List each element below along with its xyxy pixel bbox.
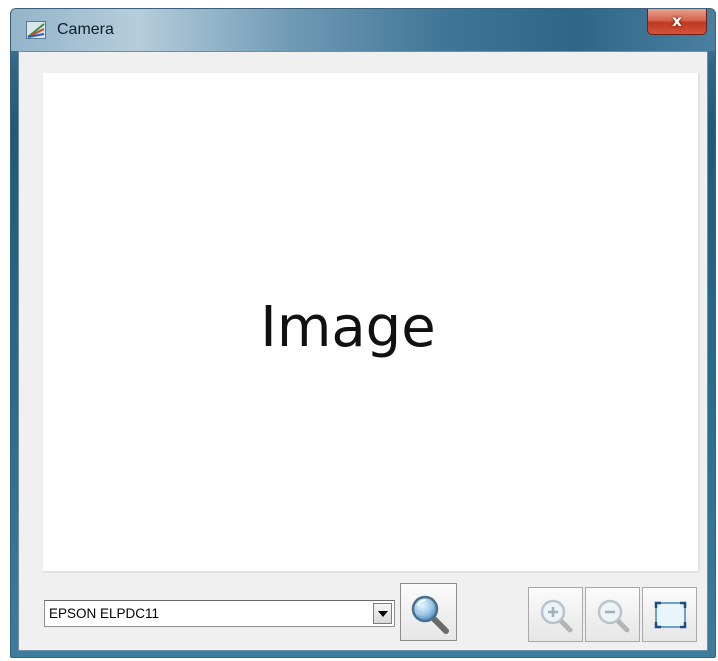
zoom-in-icon bbox=[540, 599, 573, 633]
zoom-out-button[interactable] bbox=[585, 587, 640, 642]
fit-to-window-icon bbox=[654, 601, 687, 629]
client-area: Image EPSON ELPDC11 bbox=[18, 51, 708, 651]
zoom-in-button[interactable] bbox=[528, 587, 583, 642]
close-button[interactable]: x bbox=[647, 9, 707, 35]
camera-select-value: EPSON ELPDC11 bbox=[49, 606, 160, 621]
image-placeholder-text: Image bbox=[260, 295, 436, 360]
zoom-out-icon bbox=[597, 599, 630, 633]
camera-window: Camera x Image EPSON ELPDC11 bbox=[10, 8, 716, 658]
magnifier-icon bbox=[411, 595, 449, 634]
app-icon bbox=[26, 21, 46, 39]
dropdown-button[interactable] bbox=[373, 603, 392, 624]
fit-to-window-button[interactable] bbox=[642, 587, 697, 642]
camera-select[interactable]: EPSON ELPDC11 bbox=[44, 600, 395, 627]
close-icon: x bbox=[672, 12, 682, 30]
search-camera-button[interactable] bbox=[400, 583, 457, 641]
title-bar[interactable]: Camera x bbox=[11, 9, 715, 51]
chevron-down-icon bbox=[378, 611, 388, 617]
window-title: Camera bbox=[57, 21, 114, 38]
camera-preview: Image bbox=[43, 73, 700, 573]
